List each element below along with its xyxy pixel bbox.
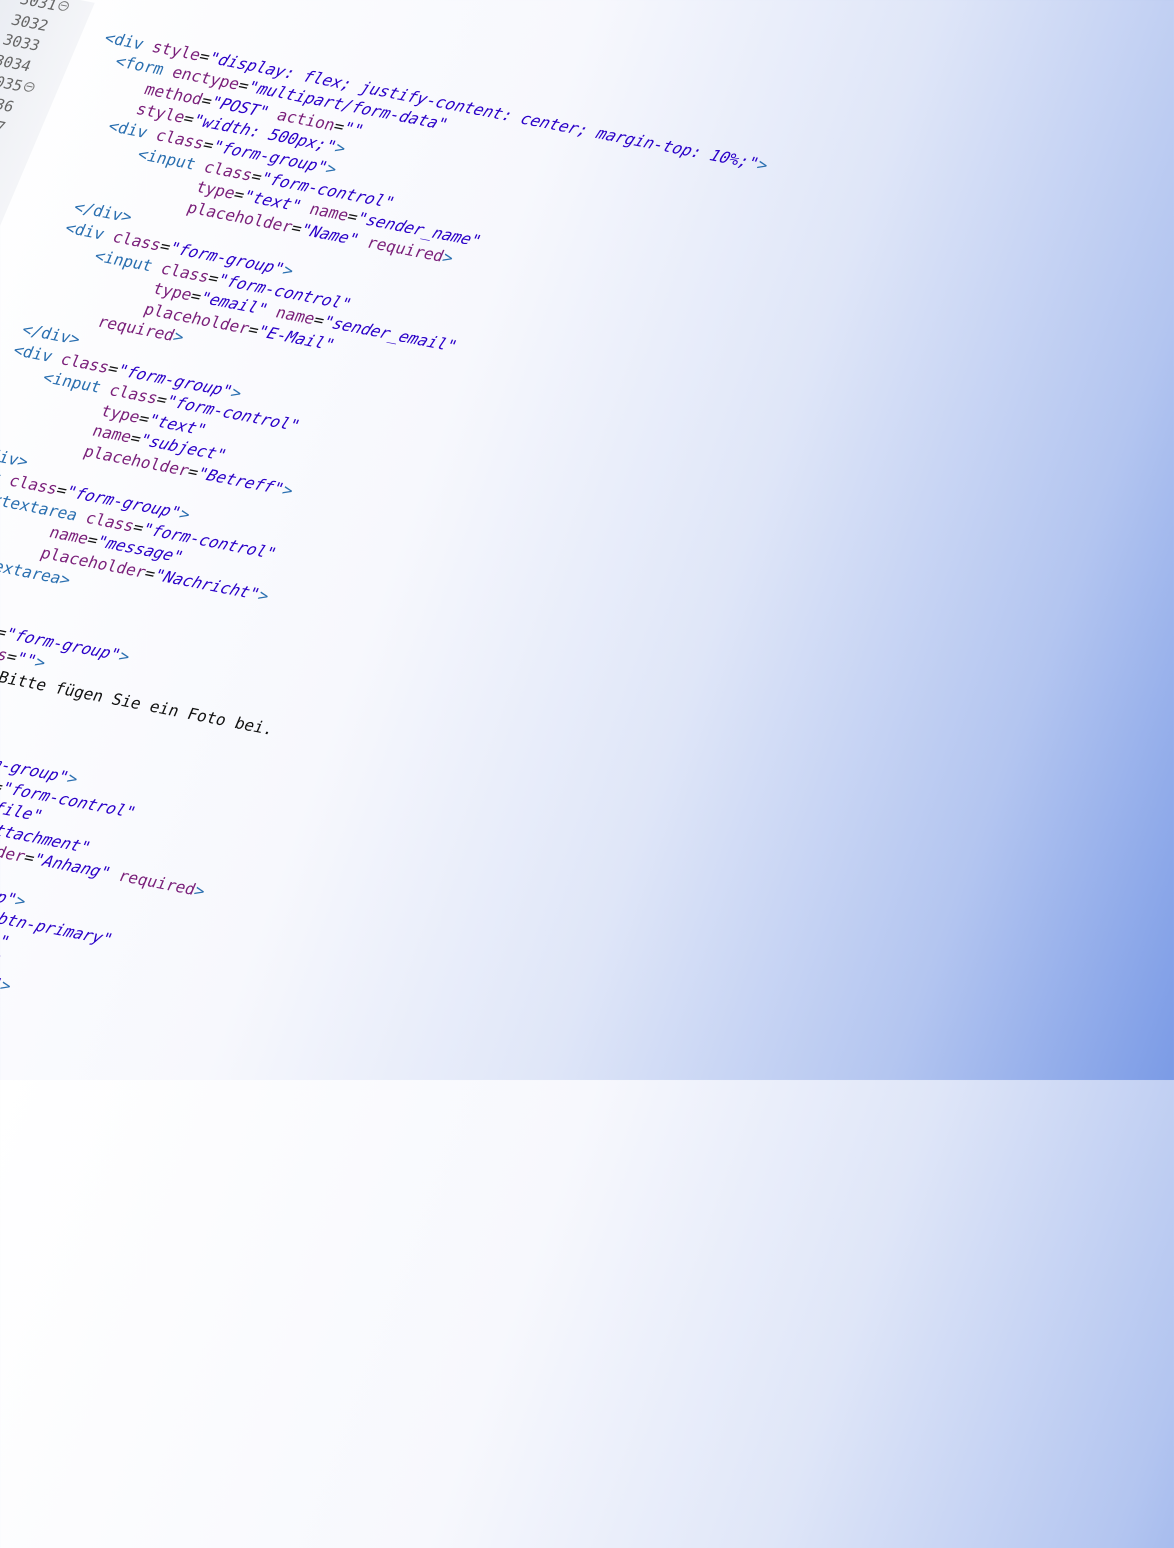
code-token: "Nachricht" (151, 565, 263, 604)
code-text: </div> (0, 442, 32, 472)
code-token: "Betreff" (194, 463, 287, 499)
code-token: required (115, 866, 199, 900)
code-text: Bitte fügen Sie ein Foto bei. (0, 667, 277, 739)
code-text: <input class="btn btn-primary" (0, 876, 116, 950)
code-token: > (0, 975, 15, 996)
code-token: "sender_email" (320, 312, 460, 356)
code-token: Bitte fügen Sie ein Foto bei. (0, 667, 278, 739)
